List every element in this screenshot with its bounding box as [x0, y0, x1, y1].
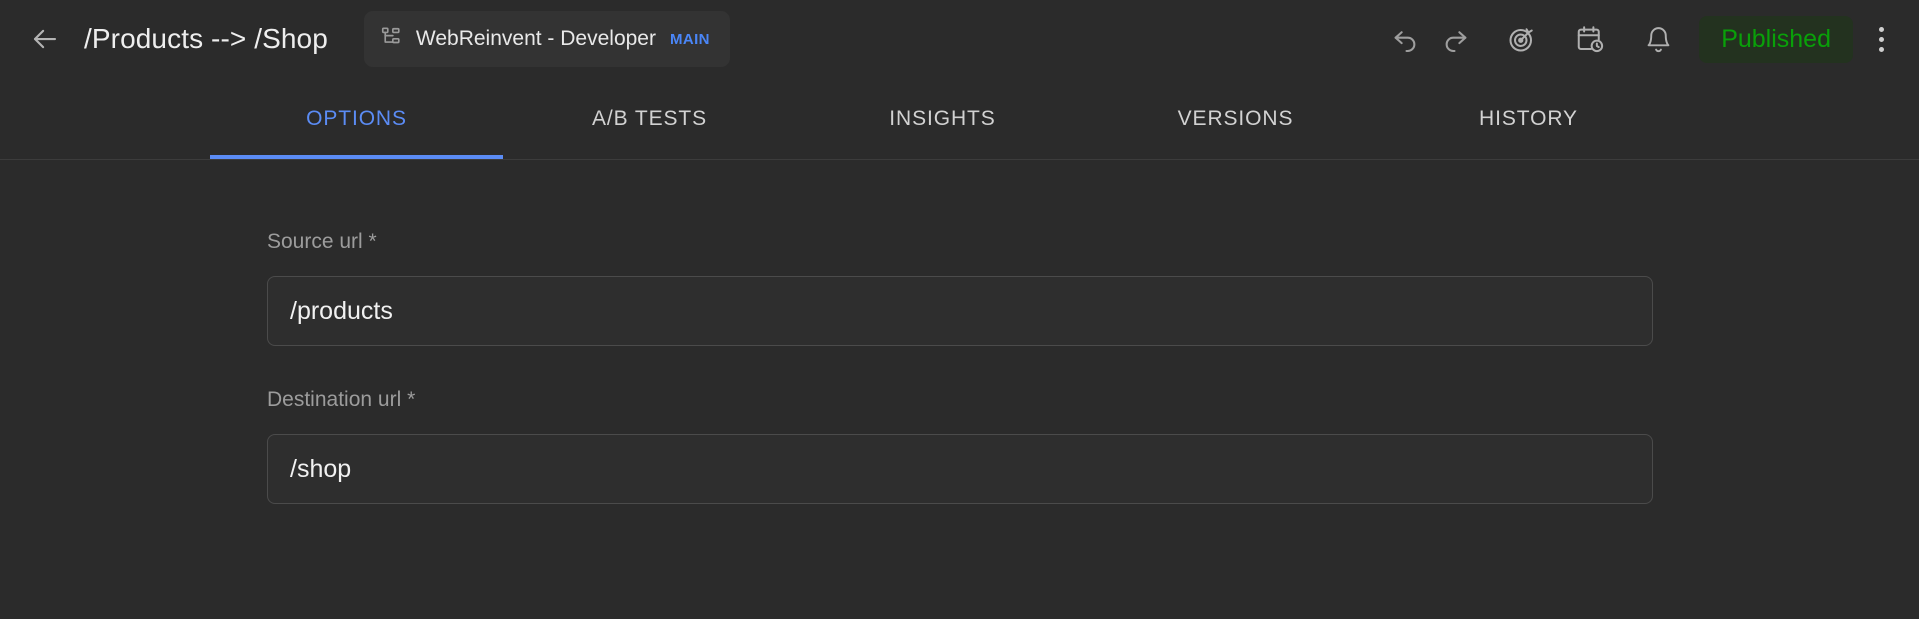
target-icon [1507, 24, 1537, 54]
undo-button[interactable] [1383, 16, 1429, 62]
tab-options[interactable]: OPTIONS [210, 78, 503, 159]
tab-label: OPTIONS [306, 106, 407, 130]
redo-icon [1440, 25, 1469, 54]
project-name: WebReinvent - Developer [415, 27, 656, 50]
sitemap-icon [380, 26, 402, 53]
more-vertical-icon [1878, 26, 1884, 32]
tab-ab-tests[interactable]: A/B TESTS [503, 78, 796, 159]
tab-bar: OPTIONS A/B TESTS INSIGHTS VERSIONS HIST… [0, 78, 1919, 160]
bell-icon [1644, 25, 1673, 54]
source-url-label: Source url * [267, 230, 377, 253]
tab-history[interactable]: HISTORY [1382, 78, 1675, 159]
more-options-button[interactable] [1861, 16, 1901, 62]
app-header: /Products --> /Shop WebReinvent - Develo… [0, 0, 1919, 78]
tab-versions[interactable]: VERSIONS [1089, 78, 1382, 159]
tab-label: A/B TESTS [591, 106, 708, 130]
status-badge[interactable]: Published [1699, 15, 1853, 63]
tab-label: VERSIONS [1177, 106, 1294, 130]
redo-button[interactable] [1431, 16, 1477, 62]
tab-insights[interactable]: INSIGHTS [796, 78, 1089, 159]
back-button[interactable] [22, 16, 68, 62]
more-vertical-icon-dot [1878, 36, 1884, 42]
notifications-button[interactable] [1635, 16, 1681, 62]
destination-url-field: Destination url * [267, 388, 1919, 504]
schedule-button[interactable] [1567, 16, 1613, 62]
undo-icon [1392, 25, 1421, 54]
source-url-input[interactable] [267, 276, 1653, 346]
destination-url-input[interactable] [267, 434, 1653, 504]
more-vertical-icon-dot [1878, 46, 1884, 52]
calendar-clock-icon [1575, 24, 1605, 54]
page-title: /Products --> /Shop [84, 23, 328, 54]
tab-label: HISTORY [1479, 106, 1578, 130]
project-selector[interactable]: WebReinvent - Developer MAIN [363, 11, 730, 67]
destination-url-label: Destination url * [267, 388, 416, 411]
branch-badge: MAIN [669, 30, 710, 48]
header-actions: Published [1383, 15, 1901, 63]
source-url-field: Source url * [267, 230, 1919, 346]
options-panel: Source url * Destination url * [0, 160, 1919, 504]
goals-button[interactable] [1499, 16, 1545, 62]
tab-label: INSIGHTS [889, 106, 996, 130]
arrow-left-icon [30, 24, 60, 54]
